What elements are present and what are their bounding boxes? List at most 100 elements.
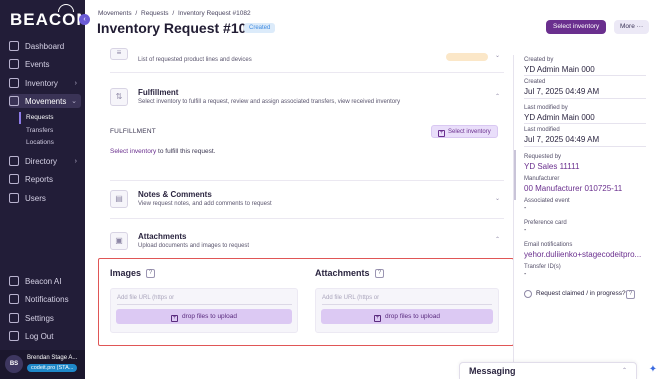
images-heading: Images (110, 268, 142, 278)
users-icon (9, 193, 19, 203)
sidebar-item-label: Settings (25, 313, 54, 323)
claimed-checkbox[interactable] (524, 290, 532, 298)
dashboard-icon (9, 41, 19, 51)
requested-by-label: Requested by (524, 154, 562, 160)
divider (110, 180, 504, 181)
sidebar-item-label: Reports (25, 174, 54, 184)
sidebar-item-events[interactable]: Events (9, 57, 81, 71)
claimed-label: Request claimed / in progress? (536, 290, 626, 297)
chevron-down-icon: ⌄ (71, 98, 77, 105)
panel-divider (513, 55, 514, 375)
sidebar-item-directory[interactable]: Directory › (9, 154, 81, 168)
sidebar: BEACON Dashboard Events Inventory › Move… (0, 0, 89, 379)
select-inventory-button[interactable]: Select inventory (546, 20, 607, 34)
divider (110, 72, 504, 73)
messaging-title: Messaging (469, 366, 516, 376)
chevron-down-icon[interactable]: ⌄ (495, 195, 500, 202)
chevron-down-icon[interactable]: ⌄ (495, 52, 500, 59)
divider (524, 123, 646, 124)
fulfillment-title: Fulfillment (138, 88, 179, 97)
fulfillment-label: FULFILLMENT (110, 128, 156, 135)
sidebar-item-beacon-ai[interactable]: Beacon AI (9, 274, 81, 288)
help-icon[interactable]: ? (375, 269, 384, 278)
sidebar-item-label: Events (25, 59, 50, 69)
sidebar-subitem-transfers[interactable]: Transfers (26, 127, 53, 134)
sidebar-subitem-requests[interactable]: Requests (26, 114, 53, 121)
arrows-icon (9, 96, 19, 106)
chevron-up-icon[interactable]: ⌃ (495, 236, 500, 243)
bell-icon (9, 294, 19, 304)
sidebar-item-label: Dashboard (25, 41, 65, 51)
notes-title: Notes & Comments (138, 190, 212, 199)
images-upload-button[interactable]: + drop files to upload (116, 309, 292, 324)
fulfillment-desc: Select inventory to fulfill a request, r… (138, 99, 401, 105)
attachments-heading: Attachments (315, 268, 370, 278)
sidebar-item-label: Beacon AI (25, 276, 62, 286)
chevron-up-icon[interactable]: ⌃ (495, 93, 500, 100)
scrollbar[interactable] (514, 150, 516, 200)
breadcrumb-separator: / (172, 10, 175, 17)
created-by-value: YD Admin Main 000 (524, 65, 595, 74)
manufacturer-link[interactable]: 00 Manufacturer 010725-11 (524, 184, 622, 193)
chevron-up-icon[interactable]: ⌃ (622, 367, 627, 374)
created-label: Created (524, 79, 546, 85)
button-label: drop files to upload (385, 313, 440, 320)
sidebar-item-users[interactable]: Users (9, 191, 81, 205)
breadcrumb-movements[interactable]: Movements (98, 10, 132, 17)
book-icon (9, 156, 19, 166)
sidebar-item-label: Inventory (25, 78, 58, 88)
image-icon: ▣ (110, 232, 128, 250)
sparkle-icon[interactable]: ✦ (645, 363, 661, 377)
sidebar-item-inventory[interactable]: Inventory › (9, 76, 81, 90)
attachments-title: Attachments (138, 232, 187, 241)
active-indicator (19, 112, 21, 124)
sidebar-subitem-locations[interactable]: Locations (26, 139, 54, 146)
chevron-right-icon: › (74, 79, 77, 87)
input-underline (322, 304, 492, 305)
help-icon[interactable]: ? (146, 269, 155, 278)
sidebar-item-dashboard[interactable]: Dashboard (9, 39, 81, 53)
sidebar-item-settings[interactable]: Settings (9, 311, 81, 325)
fulfillment-text: Select inventory to fulfill this request… (110, 148, 216, 155)
sidebar-item-logout[interactable]: Log Out (9, 329, 81, 343)
event-label: Associated event (524, 198, 570, 204)
pref-card-value: - (524, 227, 527, 234)
requested-by-link[interactable]: YD Sales 11111 (524, 162, 579, 171)
attachments-upload-button[interactable]: + drop files to upload (321, 309, 493, 324)
email-link[interactable]: yehor.duliienko+stagecodeitpro... (524, 250, 641, 259)
notes-desc: View request notes, and add comments to … (138, 201, 272, 207)
more-button[interactable]: More ··· (614, 20, 650, 34)
messaging-panel[interactable]: Messaging ⌃ (459, 362, 637, 379)
sidebar-item-movements[interactable]: Movements ⌄ (9, 94, 81, 108)
sidebar-item-label: Log Out (25, 331, 54, 341)
help-icon[interactable]: ? (626, 290, 635, 299)
fulfillment-text-suffix: to fulfill this request. (156, 148, 216, 155)
sidebar-item-label: Directory (25, 156, 58, 166)
divider (524, 75, 646, 76)
avatar: BS (5, 355, 23, 373)
beacon-logo[interactable]: BEACON (10, 4, 90, 30)
event-value: - (524, 205, 527, 212)
sidebar-item-label: Movements (25, 96, 67, 106)
page-title: Inventory Request #1082 (97, 20, 262, 36)
modified-by-value: YD Admin Main 000 (524, 113, 595, 122)
breadcrumb-requests[interactable]: Requests (141, 10, 168, 17)
sidebar-item-reports[interactable]: Reports (9, 172, 81, 186)
transfer-value: - (524, 271, 527, 278)
sidebar-item-label: Users (25, 193, 46, 203)
manufacturer-label: Manufacturer (524, 176, 560, 182)
org-badge: codeit.pro (STA... (27, 364, 78, 372)
button-label: drop files to upload (182, 313, 237, 320)
status-pill (446, 53, 488, 61)
attachments-url-input[interactable]: Add file URL (https or (322, 295, 379, 301)
modified-label: Last modified (524, 127, 560, 133)
sidebar-item-notifications[interactable]: Notifications (9, 292, 81, 306)
chevron-right-icon: › (74, 157, 77, 165)
images-url-input[interactable]: Add file URL (https or (117, 295, 174, 301)
user-menu[interactable]: BS Brendan Stage A... codeit.pro (STA... (0, 350, 85, 379)
collapse-sidebar-icon[interactable]: ‹ (79, 14, 90, 25)
swap-icon: ⇅ (110, 88, 128, 106)
select-inventory-link[interactable]: Select inventory (110, 148, 156, 155)
fulfillment-select-inventory-button[interactable]: + Select inventory (431, 125, 498, 138)
gear-icon (9, 313, 19, 323)
